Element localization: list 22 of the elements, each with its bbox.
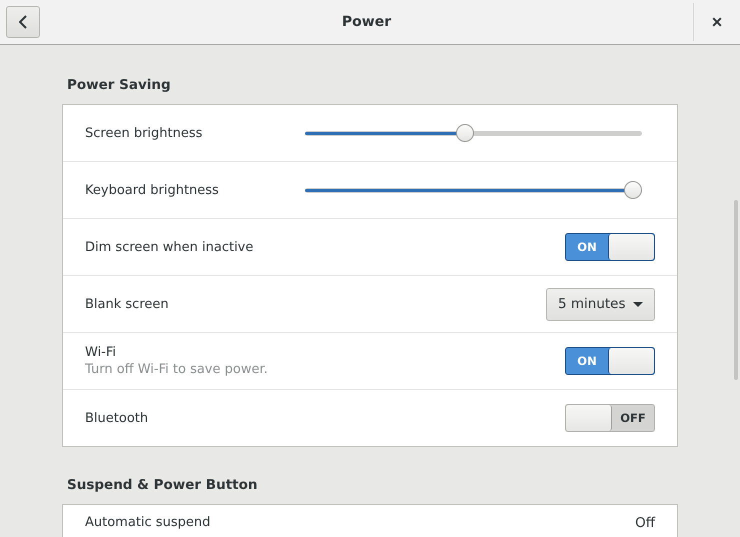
setting-label: Automatic suspend [85, 515, 212, 530]
back-button[interactable] [6, 6, 40, 38]
setting-label: Bluetooth [85, 410, 150, 426]
setting-label: Keyboard brightness [85, 182, 220, 198]
setting-label: Screen brightness [85, 126, 204, 140]
close-button[interactable]: × [694, 6, 740, 38]
setting-label: Dim screen when inactive [85, 240, 254, 254]
window-title: Power [340, 14, 392, 30]
section-heading: Power Saving [67, 76, 172, 95]
setting-value: Off [635, 515, 655, 531]
scrollbar[interactable] [734, 200, 738, 380]
setting-description: Turn off Wi-Fi to save power. [85, 362, 269, 377]
slider-track[interactable] [305, 130, 642, 136]
setting-label: Wi-Fi [85, 345, 118, 360]
setting-label: Blank screen [85, 296, 170, 312]
back-icon [19, 15, 27, 29]
slider-thumb[interactable] [624, 181, 642, 199]
toggle-switch[interactable]: OFF [565, 404, 655, 432]
slider-thumb[interactable] [456, 124, 474, 142]
caret-icon [633, 302, 643, 306]
dropdown-button[interactable]: 5 minutes [546, 288, 655, 320]
section-heading: Suspend & Power Button [67, 476, 258, 495]
